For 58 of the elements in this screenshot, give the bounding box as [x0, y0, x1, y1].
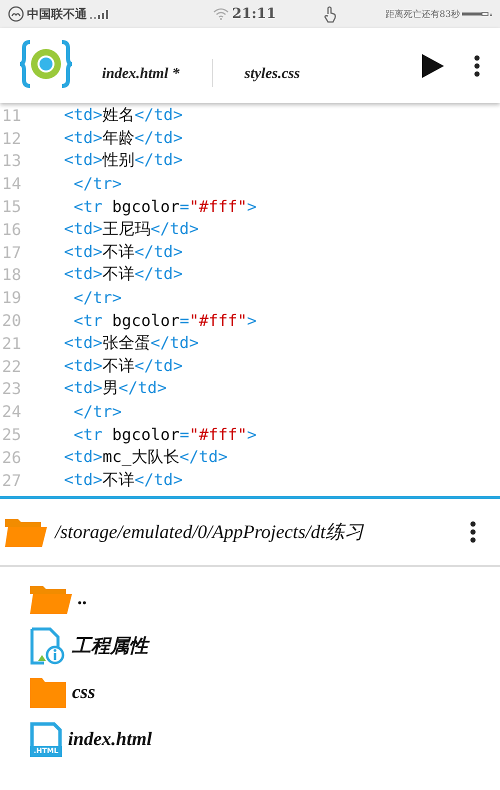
notice-text: 距离死亡还有83秒 [386, 8, 460, 20]
line-number: 22 [1, 356, 22, 376]
line-number: 20 [1, 311, 22, 330]
code-line: <td>不详</td> [64, 356, 183, 377]
line-number: 14 [1, 174, 22, 194]
code-line: <td>男</td> [64, 378, 167, 400]
line-number: 12 [1, 128, 22, 148]
line-number: 19 [1, 288, 22, 308]
code-line: </tr> [72, 402, 122, 422]
line-number: 18 [1, 265, 22, 284]
folder-icon [30, 678, 66, 708]
folder-path: /storage/emulated/0/AppProjects/dt练习 [55, 521, 364, 545]
code-line: <tr bgcolor="#fff"> [72, 425, 257, 444]
code-line: <tr bgcolor="#fff"> [72, 311, 257, 330]
file-item[interactable]: 工程属性 [30, 622, 500, 669]
file-name: 工程属性 [72, 634, 148, 658]
line-number: 25 [1, 425, 22, 444]
battery-icon [462, 10, 492, 18]
line-number: 13 [1, 151, 22, 170]
file-item[interactable]: .. [30, 575, 500, 622]
code-line: <td>年龄</td> [64, 128, 183, 149]
line-number: 23 [1, 379, 22, 398]
app-logo-icon [20, 38, 72, 90]
more-icon[interactable] [470, 521, 476, 543]
file-name: .. [78, 588, 88, 610]
code-line: <td>张全蛋</td> [64, 332, 199, 354]
line-number: 26 [1, 448, 22, 467]
code-line: <td>姓名</td> [64, 104, 183, 126]
file-name: index.html [68, 728, 152, 750]
wifi-icon [213, 8, 229, 20]
file-tab[interactable]: styles.css [242, 66, 302, 83]
file-tab[interactable]: index.html * [100, 66, 182, 83]
more-icon[interactable] [474, 54, 480, 76]
hand-icon [323, 5, 337, 23]
code-line: <td>不详</td> [64, 242, 183, 263]
carrier-name: 中国联不通 [27, 6, 87, 22]
clock-time: 21:11 [232, 6, 276, 22]
folder-icon [30, 584, 72, 614]
folder-icon [5, 517, 47, 547]
line-number: 11 [1, 106, 22, 125]
code-line: <td>王尼玛</td> [64, 218, 199, 240]
play-icon[interactable] [422, 54, 444, 78]
file-item[interactable]: css [30, 669, 500, 716]
code-line: <td>不详</td> [64, 470, 183, 491]
code-line: <td>mc_大队长</td> [64, 446, 228, 468]
code-line: <td>性别</td> [64, 150, 183, 172]
code-line: <tr bgcolor="#fff"> [72, 197, 257, 216]
line-number: 17 [1, 242, 22, 262]
line-number: 21 [1, 334, 22, 353]
line-number: 27 [1, 470, 22, 490]
code-line: </tr> [72, 174, 122, 194]
line-number: 24 [1, 402, 22, 422]
document-info-icon [30, 626, 66, 664]
line-number: 16 [1, 220, 22, 239]
file-name: css [72, 682, 96, 704]
code-line: <td>不详</td> [64, 264, 183, 286]
code-line: </tr> [72, 288, 122, 308]
line-number: 15 [1, 197, 22, 216]
